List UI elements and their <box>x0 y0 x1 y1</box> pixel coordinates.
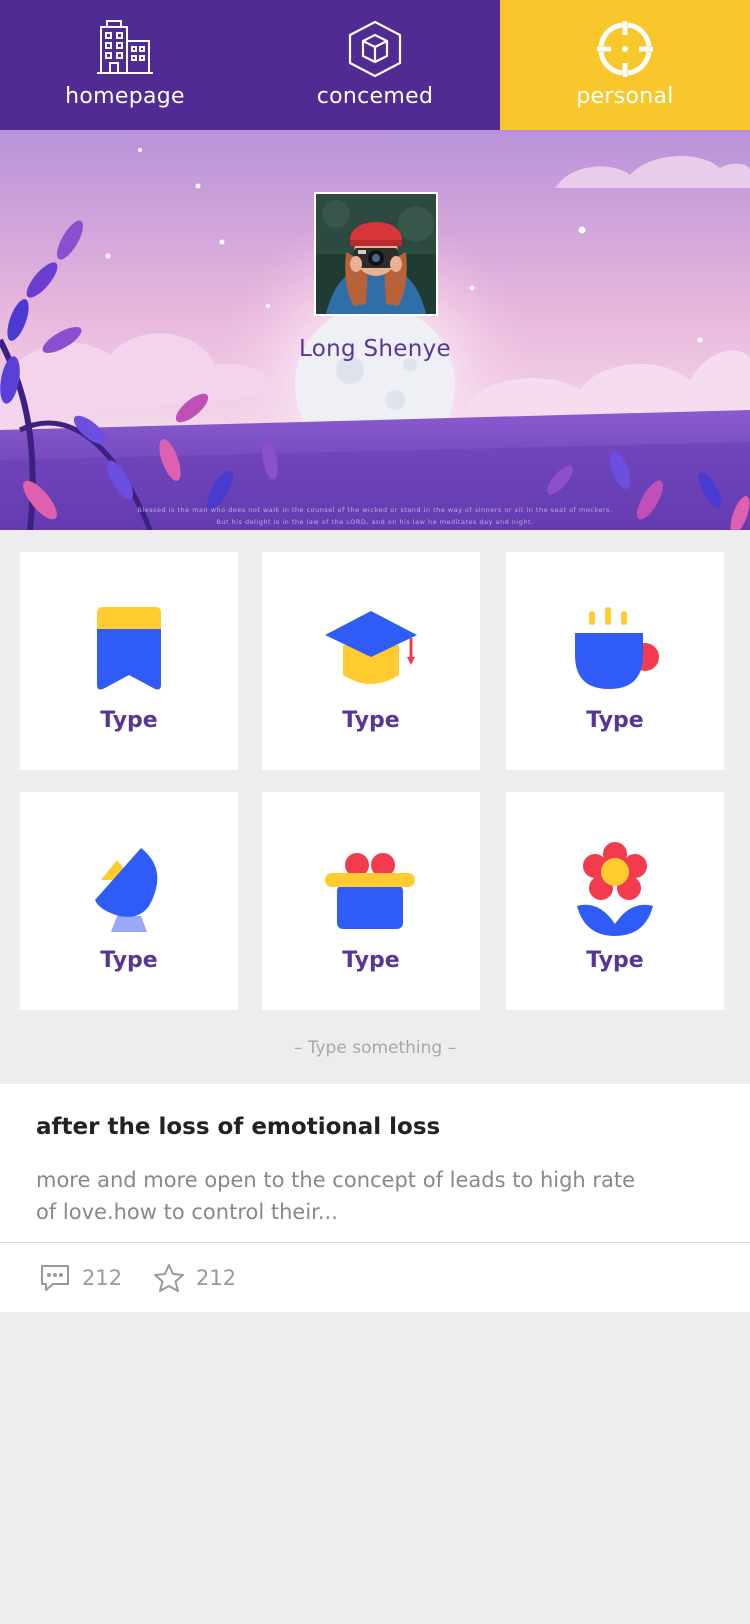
cube-icon <box>342 18 408 80</box>
category-card-bookmark[interactable]: Type <box>20 552 238 770</box>
tab-label: personal <box>576 84 674 109</box>
hero-illustration <box>0 130 750 530</box>
favorite-stat[interactable]: 212 <box>152 1243 236 1312</box>
category-label: Type <box>342 708 400 733</box>
star-icon <box>152 1261 186 1295</box>
category-label: Type <box>586 708 644 733</box>
profile-hero: Long Shenye Blessed is the man who does … <box>0 130 750 530</box>
category-card-coffee[interactable]: Type <box>506 552 724 770</box>
building-icon <box>92 18 158 80</box>
article-card[interactable]: after the loss of emotional loss more an… <box>0 1084 750 1244</box>
category-card-gift[interactable]: Type <box>262 792 480 1010</box>
comment-stat[interactable]: 212 <box>38 1243 122 1312</box>
satellite-dish-icon <box>79 840 179 940</box>
article-stats: 212 212 <box>0 1243 750 1312</box>
category-label: Type <box>586 948 644 973</box>
crosshair-icon <box>592 18 658 80</box>
category-card-graduation[interactable]: Type <box>262 552 480 770</box>
hero-quote-line: Blessed is the man who does not walk in … <box>137 506 613 514</box>
section-hint: – Type something – <box>293 1038 457 1058</box>
comment-icon <box>38 1261 72 1295</box>
hero-quote-line: But his delight is in the law of the LOR… <box>216 518 534 526</box>
comment-count: 212 <box>82 1265 123 1290</box>
tab-personal[interactable]: personal <box>500 0 750 130</box>
profile-name: Long Shenye <box>299 336 451 362</box>
article-title[interactable]: after the loss of emotional loss <box>36 1114 440 1140</box>
graduation-cap-icon <box>321 600 421 700</box>
category-label: Type <box>342 948 400 973</box>
bookmark-icon <box>79 600 179 700</box>
avatar-photo <box>316 194 436 314</box>
category-card-flower[interactable]: Type <box>506 792 724 1010</box>
avatar[interactable] <box>314 192 438 316</box>
tab-label: concemed <box>316 84 434 109</box>
top-nav: homepage concemed personal <box>0 0 750 130</box>
category-label: Type <box>100 708 158 733</box>
favorite-count: 212 <box>196 1265 237 1290</box>
hero-quote: Blessed is the man who does not walk in … <box>100 504 650 528</box>
tab-concemed[interactable]: concemed <box>250 0 500 130</box>
category-label: Type <box>100 948 158 973</box>
gift-box-icon <box>321 840 421 940</box>
article-description: more and more open to the concept of lea… <box>36 1168 636 1224</box>
tab-homepage[interactable]: homepage <box>0 0 250 130</box>
tab-label: homepage <box>65 84 185 109</box>
flower-icon <box>565 840 665 940</box>
category-card-satellite[interactable]: Type <box>20 792 238 1010</box>
coffee-cup-icon <box>565 600 665 700</box>
